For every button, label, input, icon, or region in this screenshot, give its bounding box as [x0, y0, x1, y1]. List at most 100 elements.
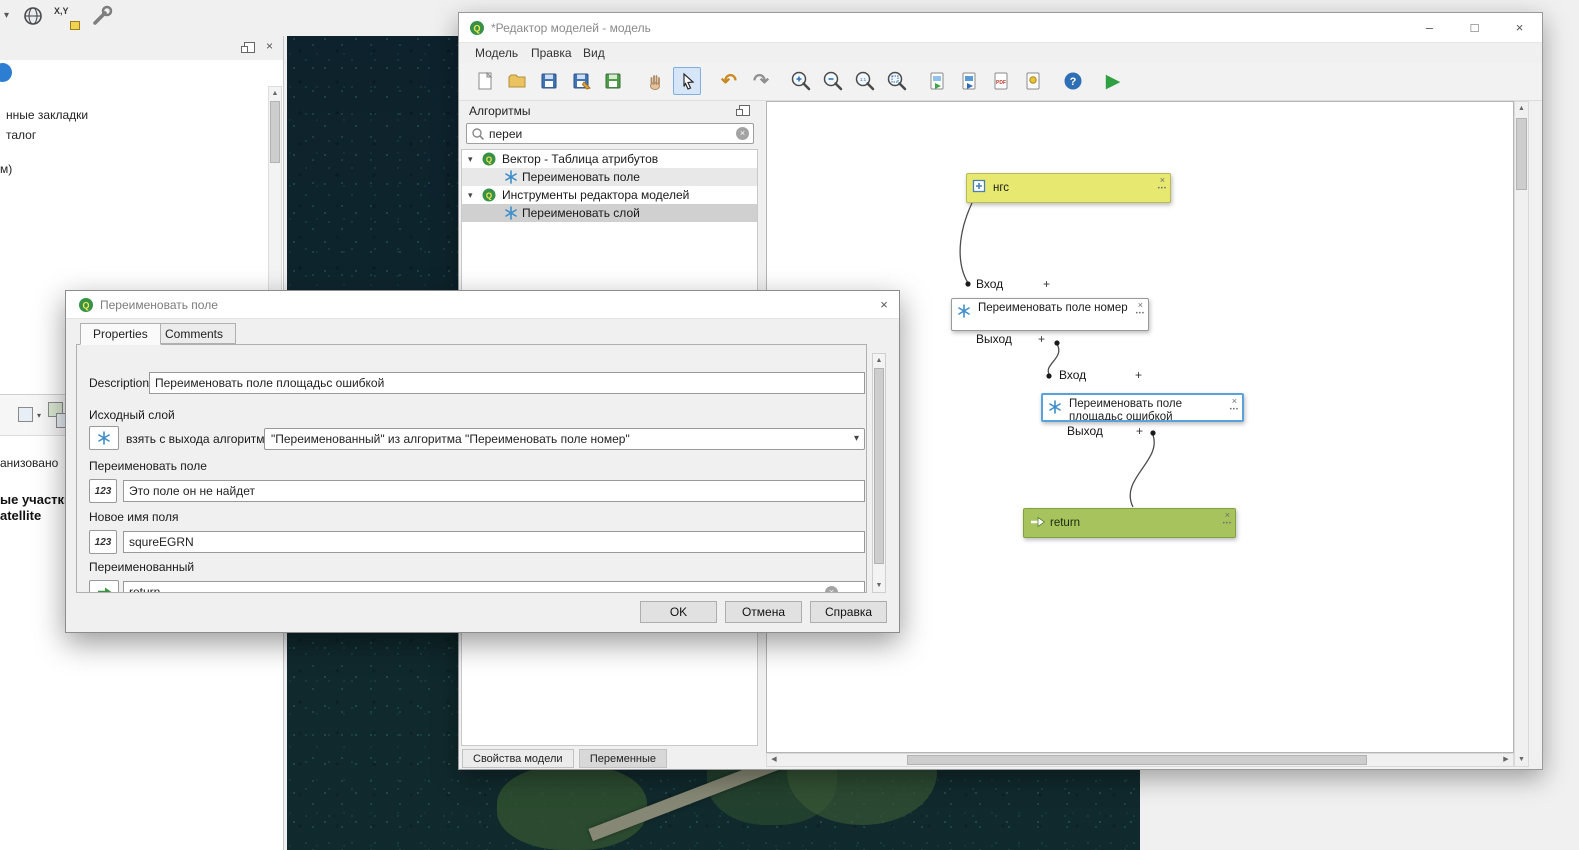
- scroll-down-icon[interactable]: ▼: [873, 579, 885, 592]
- node-close-icon[interactable]: ×: [1232, 396, 1237, 406]
- undo-icon[interactable]: ↶: [715, 67, 743, 95]
- description-input[interactable]: [149, 372, 865, 394]
- model-node-input[interactable]: нгс × •••: [966, 173, 1171, 203]
- wrench-icon[interactable]: [90, 4, 114, 31]
- menu-view[interactable]: Вид: [583, 43, 605, 63]
- tab-properties[interactable]: Properties: [80, 323, 161, 345]
- description-label: Description: [89, 376, 149, 390]
- node-dots-icon[interactable]: •••: [1136, 311, 1145, 317]
- qgis-logo-icon: Q: [78, 297, 94, 316]
- clear-search-icon[interactable]: ×: [736, 127, 749, 140]
- rename-field-input[interactable]: [123, 480, 865, 502]
- node-close-icon[interactable]: ×: [1138, 300, 1143, 310]
- help-icon[interactable]: ?: [1059, 67, 1087, 95]
- new-model-icon[interactable]: [471, 67, 499, 95]
- add-port-icon[interactable]: +: [1135, 368, 1142, 382]
- close-button[interactable]: ×: [1497, 13, 1542, 43]
- new-name-input[interactable]: [123, 531, 865, 553]
- node-dots-icon[interactable]: •••: [1230, 407, 1239, 413]
- layer-label[interactable]: atellite: [0, 508, 41, 523]
- close-dialog-icon[interactable]: ×: [869, 291, 899, 319]
- algorithm-search[interactable]: ×: [466, 123, 754, 144]
- legend-filter-icon[interactable]: [18, 407, 33, 422]
- scrollbar-thumb[interactable]: [1516, 118, 1527, 190]
- algorithms-title: Алгоритмы: [469, 104, 531, 118]
- export-image-icon[interactable]: [923, 67, 951, 95]
- scrollbar-thumb[interactable]: [874, 368, 884, 564]
- caret-down-icon[interactable]: ▾: [37, 411, 41, 420]
- close-panel-icon[interactable]: ×: [266, 39, 273, 53]
- output-arrow-icon: [89, 580, 119, 593]
- redo-icon[interactable]: ↷: [747, 67, 775, 95]
- tree-item-rename-field[interactable]: Переименовать поле: [462, 168, 757, 186]
- panel-item[interactable]: нные закладки: [6, 108, 88, 122]
- minimize-button[interactable]: –: [1407, 13, 1452, 43]
- panel-item[interactable]: талог: [6, 128, 36, 142]
- tab-model-properties[interactable]: Свойства модели: [462, 749, 574, 768]
- coordinate-capture-icon[interactable]: X,Y: [54, 6, 80, 30]
- add-port-icon[interactable]: +: [1136, 424, 1143, 438]
- search-input[interactable]: [489, 125, 729, 142]
- export-pdf-icon[interactable]: PDF: [987, 67, 1015, 95]
- globe-icon[interactable]: [22, 5, 44, 30]
- maximize-button[interactable]: □: [1452, 13, 1497, 43]
- zoom-in-icon[interactable]: [787, 67, 815, 95]
- float-panel-icon[interactable]: [244, 42, 255, 53]
- select-tool-icon[interactable]: [673, 67, 701, 95]
- save-model-in-project-icon[interactable]: [599, 67, 627, 95]
- tab-variables[interactable]: Переменные: [579, 749, 667, 768]
- tree-item-rename-layer[interactable]: Переименовать слой: [462, 204, 757, 222]
- caret-down-icon[interactable]: ▾: [468, 186, 473, 204]
- model-node-rename-field-number[interactable]: Переименовать поле номер × •••: [951, 298, 1149, 331]
- source-layer-combo[interactable]: "Переименованный" из алгоритма "Переимен…: [264, 428, 865, 450]
- node-close-icon[interactable]: ×: [1225, 510, 1230, 520]
- model-node-rename-field-area[interactable]: Переименовать поле площадьс ошибкой × ••…: [1041, 393, 1244, 422]
- open-model-icon[interactable]: [503, 67, 531, 95]
- export-svg-icon[interactable]: [955, 67, 983, 95]
- node-dots-icon[interactable]: •••: [1158, 186, 1167, 192]
- help-button[interactable]: Справка: [810, 601, 887, 623]
- canvas-vertical-scrollbar[interactable]: ▲ ▼: [1514, 101, 1529, 767]
- export-script-icon[interactable]: [1019, 67, 1047, 95]
- scroll-down-icon[interactable]: ▼: [1515, 753, 1528, 766]
- dialog-scrollbar[interactable]: ▲ ▼: [872, 353, 886, 593]
- model-node-output-return[interactable]: return × •••: [1023, 508, 1236, 538]
- renamed-input[interactable]: return ×: [123, 581, 865, 593]
- tab-comments[interactable]: Comments: [152, 323, 236, 344]
- run-model-icon[interactable]: ▶: [1099, 67, 1127, 95]
- scrollbar-thumb[interactable]: [907, 755, 1367, 765]
- cancel-button[interactable]: Отмена: [725, 601, 802, 623]
- scroll-up-icon[interactable]: ▲: [873, 354, 885, 367]
- algorithm-output-icon-button[interactable]: [89, 426, 119, 450]
- add-port-icon[interactable]: +: [1038, 332, 1045, 346]
- scrollbar-thumb[interactable]: [270, 101, 280, 163]
- scroll-left-icon[interactable]: ◀: [767, 754, 781, 766]
- tree-group-modeler-tools[interactable]: ▾ Q Инструменты редактора моделей: [462, 186, 757, 204]
- ok-button[interactable]: OK: [640, 601, 717, 623]
- node-close-icon[interactable]: ×: [1160, 175, 1165, 185]
- zoom-actual-icon[interactable]: 1:1: [851, 67, 879, 95]
- toolbar-dropdown-caret-icon[interactable]: ▾: [4, 10, 9, 21]
- canvas-horizontal-scrollbar[interactable]: ◀ ▶: [766, 753, 1514, 767]
- zoom-full-icon[interactable]: [883, 67, 911, 95]
- caret-down-icon[interactable]: ▾: [468, 150, 473, 168]
- scroll-up-icon[interactable]: ▲: [1515, 102, 1528, 115]
- save-model-icon[interactable]: [535, 67, 563, 95]
- add-port-icon[interactable]: +: [1043, 277, 1050, 291]
- clear-value-icon[interactable]: ×: [825, 586, 838, 593]
- float-panel-icon[interactable]: [739, 105, 750, 116]
- tree-group-vector[interactable]: ▾ Q Вектор - Таблица атрибутов: [462, 150, 757, 168]
- panel-item[interactable]: м): [0, 162, 12, 176]
- menubar: Модель Правка Вид: [459, 43, 1542, 63]
- titlebar[interactable]: Q *Редактор моделей - модель – □ ×: [459, 13, 1542, 43]
- dialog-titlebar[interactable]: Q Переименовать поле ×: [66, 291, 899, 319]
- save-model-as-icon[interactable]: [567, 67, 595, 95]
- menu-edit[interactable]: Правка: [531, 43, 572, 63]
- scroll-up-icon[interactable]: ▲: [269, 87, 281, 100]
- zoom-out-icon[interactable]: [819, 67, 847, 95]
- menu-model[interactable]: Модель: [475, 43, 518, 63]
- node-dots-icon[interactable]: •••: [1223, 521, 1232, 527]
- pan-tool-icon[interactable]: [641, 67, 669, 95]
- layer-label[interactable]: анизовано: [0, 456, 58, 470]
- scroll-right-icon[interactable]: ▶: [1499, 754, 1513, 766]
